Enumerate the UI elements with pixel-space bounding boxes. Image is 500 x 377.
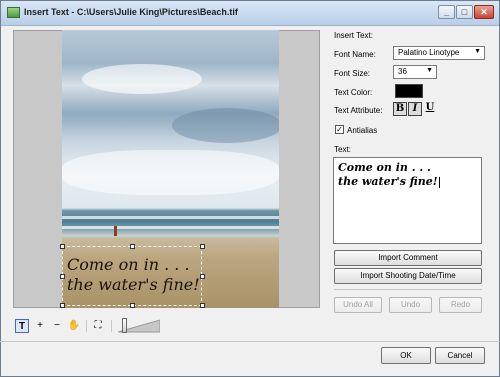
import-comment-button[interactable]: Import Comment — [334, 250, 482, 266]
hand-icon[interactable]: ✋ — [67, 319, 81, 333]
font-name-label: Font Name: — [334, 50, 376, 59]
cloud — [82, 64, 202, 94]
text-line-1: Come on in . . . — [338, 161, 431, 174]
text-line-2: the water's fine! — [338, 175, 438, 188]
footer-divider — [0, 341, 500, 342]
close-button[interactable]: ✕ — [474, 5, 494, 19]
cloud — [62, 150, 279, 195]
font-size-label: Font Size: — [334, 69, 371, 78]
antialias-checkbox[interactable]: ✓ — [335, 125, 344, 134]
resize-handle[interactable] — [60, 303, 65, 308]
cloud — [172, 108, 279, 143]
antialias-label: Antialias — [347, 126, 378, 135]
undo-button[interactable]: Undo — [389, 297, 432, 313]
close-icon: ✕ — [480, 7, 488, 17]
italic-button[interactable]: I — [408, 102, 422, 116]
resize-handle[interactable] — [130, 244, 135, 249]
font-name-select[interactable]: Palatino Linotype ▼ — [393, 46, 485, 60]
zoom-slider-thumb[interactable] — [122, 318, 127, 333]
toolbar-divider — [86, 320, 87, 332]
section-label: Insert Text: — [334, 31, 373, 40]
bold-button[interactable]: B — [393, 102, 407, 116]
font-name-value: Palatino Linotype — [398, 48, 460, 57]
text-attribute-label: Text Attribute: — [334, 106, 383, 115]
cancel-button[interactable]: Cancel — [435, 347, 485, 364]
wave — [62, 216, 279, 219]
redo-button[interactable]: Redo — [439, 297, 482, 313]
window-title: Insert Text - C:\Users\Julie King\Pictur… — [24, 7, 238, 17]
minimize-icon: _ — [443, 7, 449, 17]
font-size-value: 36 — [398, 67, 407, 76]
zoom-in-icon[interactable]: + — [33, 319, 47, 333]
divider — [334, 289, 482, 290]
dropdown-arrow-icon: ▼ — [426, 67, 433, 74]
undo-all-button[interactable]: Undo All — [334, 297, 382, 313]
fit-to-window-icon[interactable]: ⛶ — [91, 319, 105, 333]
app-icon — [7, 7, 20, 18]
text-label: Text: — [334, 145, 351, 154]
overlay-line-2: the water's fine! — [67, 275, 200, 294]
text-color-swatch[interactable] — [395, 84, 423, 98]
text-color-label: Text Color: — [334, 88, 373, 97]
resize-handle[interactable] — [200, 244, 205, 249]
zoom-out-icon[interactable]: − — [50, 319, 64, 333]
resize-handle[interactable] — [60, 244, 65, 249]
text-tool-icon[interactable]: T — [15, 319, 29, 333]
maximize-button[interactable]: □ — [456, 5, 473, 19]
resize-handle[interactable] — [130, 303, 135, 308]
text-input[interactable]: Come on in . . . the water's fine! — [333, 157, 482, 244]
font-size-select[interactable]: 36 ▼ — [393, 65, 437, 79]
ok-button[interactable]: OK — [381, 347, 431, 364]
dropdown-arrow-icon: ▼ — [474, 48, 481, 55]
import-shooting-date-button[interactable]: Import Shooting Date/Time — [334, 268, 482, 284]
resize-handle[interactable] — [200, 303, 205, 308]
resize-handle[interactable] — [60, 274, 65, 279]
text-caret — [438, 176, 440, 188]
minimize-button[interactable]: _ — [438, 5, 455, 19]
toolbar-divider — [111, 320, 112, 332]
title-bar[interactable]: Insert Text - C:\Users\Julie King\Pictur… — [1, 1, 499, 26]
maximize-icon: □ — [461, 7, 468, 17]
overlay-text: Come on in . . . the water's fine! — [67, 255, 207, 295]
underline-button[interactable]: U — [423, 102, 437, 116]
overlay-line-1: Come on in . . . — [67, 255, 190, 274]
person-figure — [114, 226, 117, 236]
wave — [62, 226, 279, 229]
